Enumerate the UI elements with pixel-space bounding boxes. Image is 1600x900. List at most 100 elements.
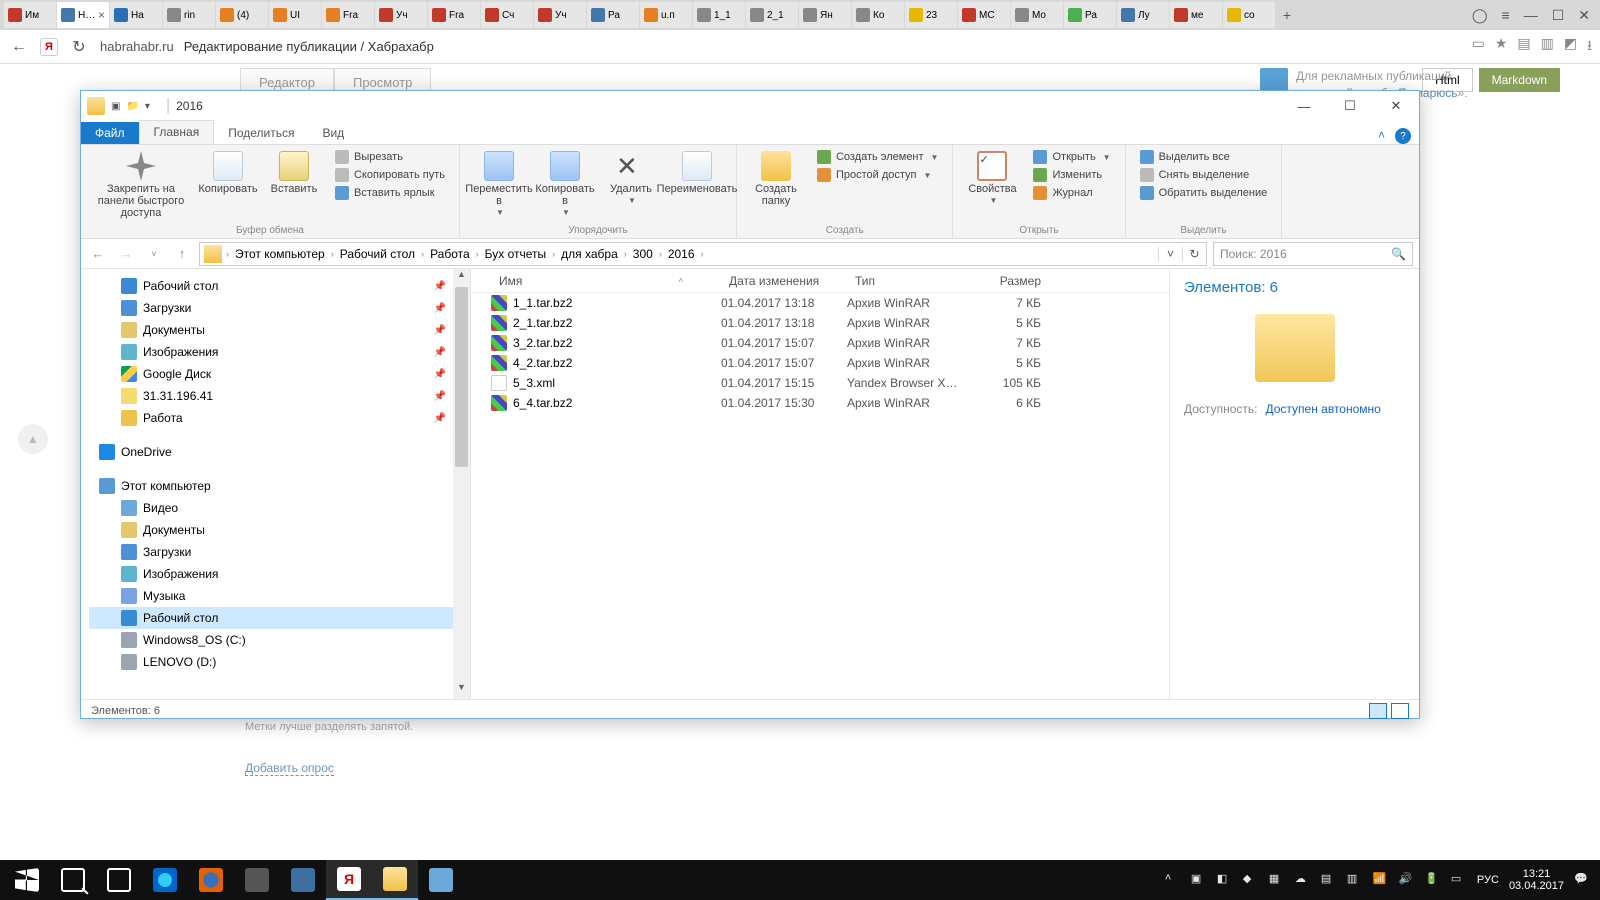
tray-network-icon[interactable]: 📶 — [1373, 872, 1389, 888]
tree-item[interactable]: Изображения — [89, 563, 470, 585]
col-size[interactable]: Размер — [969, 274, 1049, 288]
browser-tab[interactable]: Ян — [799, 2, 851, 28]
nav-recent-dropdown[interactable]: ˅ — [143, 249, 165, 259]
breadcrumb-segment[interactable]: Этот компьютер — [229, 247, 331, 261]
browser-tab[interactable]: ме — [1170, 2, 1222, 28]
explorer-search-input[interactable]: Поиск: 2016 🔍 — [1213, 242, 1413, 266]
breadcrumb-segment[interactable]: для хабра — [555, 247, 624, 261]
history-button[interactable]: Журнал — [1027, 185, 1116, 201]
pin-quick-access-button[interactable]: Закрепить на панели быстрого доступа — [89, 149, 193, 221]
delete-button[interactable]: ✕Удалить▼ — [600, 149, 662, 208]
col-name[interactable]: Имя˄ — [471, 274, 721, 288]
tree-item[interactable]: Загрузки📌 — [89, 297, 470, 319]
nav-forward-button[interactable]: → — [115, 246, 137, 261]
easy-access-button[interactable]: Простой доступ▼ — [811, 167, 944, 183]
ext2-icon[interactable]: ▥ — [1541, 35, 1554, 59]
bookmark-icon[interactable]: ★ — [1495, 35, 1508, 59]
tree-item[interactable]: LENOVO (D:) — [89, 651, 470, 673]
maximize-icon[interactable]: ☐ — [1552, 7, 1565, 24]
browser-tab[interactable]: Н…× — [57, 2, 109, 28]
tree-item[interactable]: Музыка — [89, 585, 470, 607]
breadcrumb-chevron-icon[interactable]: › — [701, 249, 704, 259]
reload-button[interactable]: ↻ — [68, 37, 90, 57]
rename-button[interactable]: Переименовать — [666, 149, 728, 197]
yandex-icon[interactable]: Я — [40, 38, 58, 56]
explorer-titlebar[interactable]: ▣ 📁 ▾ | 2016 — ☐ ✕ — [81, 91, 1419, 121]
tree-item[interactable]: 31.31.196.41📌 — [89, 385, 470, 407]
taskbar-app-paint[interactable] — [418, 860, 464, 900]
tree-item[interactable]: Изображения📌 — [89, 341, 470, 363]
browser-tab[interactable]: Ha — [110, 2, 162, 28]
tray-language[interactable]: РУС — [1477, 874, 1499, 886]
tray-battery-icon[interactable]: 🔋 — [1425, 872, 1441, 888]
tray-chevron-icon[interactable]: ˄ — [1165, 872, 1181, 888]
tray-icon-7[interactable]: ▥ — [1347, 872, 1363, 888]
taskbar-app-yandex[interactable]: Я — [326, 860, 372, 900]
tree-item[interactable]: Windows8_OS (C:) — [89, 629, 470, 651]
minimize-icon[interactable]: — — [1524, 7, 1538, 24]
ext3-icon[interactable]: ◩ — [1564, 35, 1577, 59]
tree-item[interactable]: Загрузки — [89, 541, 470, 563]
copy-to-button[interactable]: Копировать в▼ — [534, 149, 596, 220]
pin-icon[interactable]: 📌 — [434, 303, 446, 314]
tray-icon-2[interactable]: ◧ — [1217, 872, 1233, 888]
browser-tab[interactable]: 23 — [905, 2, 957, 28]
invert-selection-button[interactable]: Обратить выделение — [1134, 185, 1274, 201]
taskbar-app-2[interactable] — [280, 860, 326, 900]
browser-tab[interactable]: Им — [4, 2, 56, 28]
view-large-icons-button[interactable] — [1391, 703, 1409, 719]
breadcrumb-dropdown[interactable]: ˅ — [1158, 247, 1182, 261]
add-poll-link[interactable]: Добавить опрос — [245, 761, 334, 776]
browser-tab[interactable]: 1_1 — [693, 2, 745, 28]
browser-tab[interactable]: rin — [163, 2, 215, 28]
pin-icon[interactable]: 📌 — [434, 325, 446, 336]
pin-icon[interactable]: 📌 — [434, 347, 446, 358]
browser-tab[interactable]: u.п — [640, 2, 692, 28]
edit-button[interactable]: Изменить — [1027, 167, 1116, 183]
scroll-top-button[interactable]: ▲ — [18, 424, 48, 454]
new-tab-button[interactable]: + — [1276, 7, 1298, 23]
close-button[interactable]: ✕ — [1373, 91, 1419, 121]
download-icon[interactable]: ⭳ — [1587, 35, 1592, 59]
browser-tab[interactable]: Fra — [428, 2, 480, 28]
qat-newfolder-icon[interactable]: 📁 — [126, 101, 138, 112]
breadcrumb-segment[interactable]: Работа — [424, 247, 476, 261]
breadcrumb-segment[interactable]: 300 — [627, 247, 659, 261]
tab-view[interactable]: Вид — [308, 122, 358, 144]
tree-item[interactable]: Документы📌 — [89, 319, 470, 341]
browser-tab[interactable]: Уч — [534, 2, 586, 28]
search-button[interactable] — [50, 860, 96, 900]
protect-icon[interactable]: ▭ — [1472, 35, 1485, 59]
back-button[interactable]: ← — [8, 38, 30, 56]
ribbon-collapse-icon[interactable]: ˄ — [1378, 128, 1385, 144]
pin-icon[interactable]: 📌 — [434, 369, 446, 380]
browser-tab[interactable]: Лу — [1117, 2, 1169, 28]
browser-tab[interactable]: 2_1 — [746, 2, 798, 28]
tray-icon-5[interactable]: ☁ — [1295, 872, 1311, 888]
breadcrumb-segment[interactable]: Рабочий стол — [334, 247, 421, 261]
ribbon-help-icon[interactable]: ? — [1395, 128, 1411, 144]
browser-tab[interactable]: co — [1223, 2, 1275, 28]
tree-item[interactable]: Работа📌 — [89, 407, 470, 429]
taskbar-app-ie[interactable] — [142, 860, 188, 900]
pin-icon[interactable]: 📌 — [434, 281, 446, 292]
tray-icon-6[interactable]: ▤ — [1321, 872, 1337, 888]
profile-icon[interactable]: ◯ — [1472, 7, 1488, 24]
breadcrumb-segment[interactable]: 2016 — [662, 247, 701, 261]
col-type[interactable]: Тип — [847, 274, 969, 288]
move-to-button[interactable]: Переместить в▼ — [468, 149, 530, 220]
paste-shortcut-button[interactable]: Вставить ярлык — [329, 185, 451, 201]
tab-file[interactable]: Файл — [81, 122, 139, 144]
tree-item[interactable]: Google Диск📌 — [89, 363, 470, 385]
ext1-icon[interactable]: ▤ — [1517, 35, 1530, 59]
tray-ime-icon[interactable]: ▭ — [1451, 872, 1467, 888]
pin-icon[interactable]: 📌 — [434, 413, 446, 424]
browser-tab[interactable]: Fra — [322, 2, 374, 28]
paste-button[interactable]: Вставить — [263, 149, 325, 197]
navigation-tree[interactable]: Рабочий стол📌Загрузки📌Документы📌Изображе… — [81, 269, 471, 699]
tray-icon-4[interactable]: ▦ — [1269, 872, 1285, 888]
refresh-button[interactable]: ↻ — [1182, 247, 1206, 261]
tray-icon-3[interactable]: ◆ — [1243, 872, 1259, 888]
browser-tab[interactable]: Mo — [1011, 2, 1063, 28]
tree-item[interactable]: Рабочий стол — [89, 607, 470, 629]
